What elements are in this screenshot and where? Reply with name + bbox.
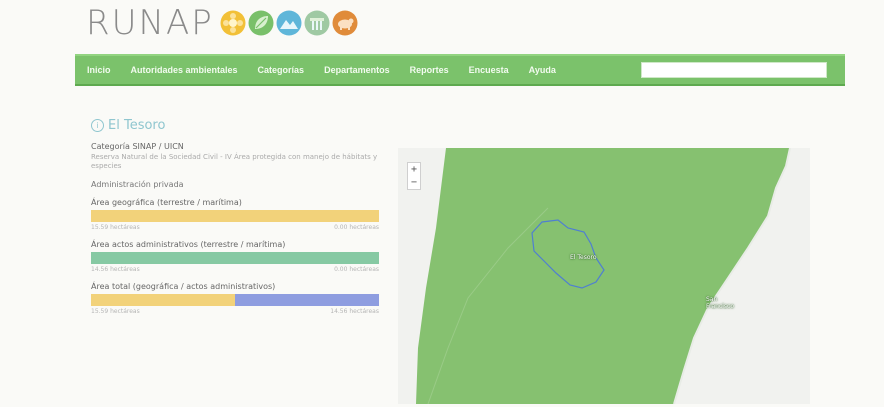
leaf-icon bbox=[248, 10, 274, 36]
total-area-label: Área total (geográfica / actos administr… bbox=[91, 282, 276, 291]
logo-icons bbox=[220, 10, 358, 36]
category-label: Categoría SINAP / UICN bbox=[91, 142, 184, 151]
nav-item-categorias[interactable]: Categorías bbox=[258, 65, 305, 75]
bar-segment bbox=[91, 294, 235, 306]
map-zoom-control: + − bbox=[407, 162, 421, 190]
nav-item-departamentos[interactable]: Departamentos bbox=[324, 65, 390, 75]
administration-type: Administración privada bbox=[91, 180, 184, 189]
area-map[interactable] bbox=[398, 148, 810, 404]
main-navbar: Inicio Autoridades ambientales Categoría… bbox=[75, 54, 845, 86]
geo-area-label: Área geográfica (terrestre / marítima) bbox=[91, 198, 242, 207]
bar-segment bbox=[91, 210, 379, 222]
mountain-icon bbox=[276, 10, 302, 36]
map-town-label: San Francisco bbox=[706, 296, 735, 310]
geo-area-caption: 15.59 hectáreas 0.00 hectáreas bbox=[91, 224, 379, 231]
total-area-value-left: 15.59 hectáreas bbox=[91, 308, 140, 315]
runap-logo[interactable]: RUNAP bbox=[86, 5, 358, 41]
bar-segment bbox=[91, 252, 379, 264]
total-area-bar bbox=[91, 294, 379, 306]
total-area-value-right: 14.56 hectáreas bbox=[330, 308, 379, 315]
bear-icon bbox=[332, 10, 358, 36]
category-description: Reserva Natural de la Sociedad Civil - I… bbox=[91, 153, 378, 170]
nav-item-inicio[interactable]: Inicio bbox=[87, 65, 111, 75]
geo-area-bar bbox=[91, 210, 379, 222]
admin-area-value-left: 14.56 hectáreas bbox=[91, 266, 140, 273]
geo-area-value-right: 0.00 hectáreas bbox=[334, 224, 379, 231]
admin-area-value-right: 0.00 hectáreas bbox=[334, 266, 379, 273]
waterfall-icon bbox=[304, 10, 330, 36]
page-title: El Tesoro bbox=[108, 118, 166, 133]
logo-text: RUNAP bbox=[86, 3, 214, 43]
admin-area-bar bbox=[91, 252, 379, 264]
nav-item-encuesta[interactable]: Encuesta bbox=[469, 65, 509, 75]
geo-area-value-left: 15.59 hectáreas bbox=[91, 224, 140, 231]
area-details-panel: Categoría SINAP / UICN Reserva Natural d… bbox=[91, 142, 381, 315]
nav-menu: Inicio Autoridades ambientales Categoría… bbox=[87, 65, 576, 75]
admin-area-label: Área actos administrativos (terrestre / … bbox=[91, 240, 286, 249]
zoom-out-button[interactable]: − bbox=[411, 177, 417, 189]
terrain-green bbox=[416, 148, 790, 404]
bar-segment bbox=[235, 294, 379, 306]
flower-icon bbox=[220, 10, 246, 36]
info-icon[interactable]: i bbox=[91, 119, 104, 132]
area-title: i El Tesoro bbox=[91, 118, 165, 133]
nav-item-reportes[interactable]: Reportes bbox=[410, 65, 449, 75]
nav-item-autoridades[interactable]: Autoridades ambientales bbox=[131, 65, 238, 75]
nav-item-ayuda[interactable]: Ayuda bbox=[529, 65, 556, 75]
search-input[interactable] bbox=[641, 62, 827, 78]
map-canvas[interactable] bbox=[398, 148, 810, 404]
admin-area-caption: 14.56 hectáreas 0.00 hectáreas bbox=[91, 266, 379, 273]
total-area-caption: 15.59 hectáreas 14.56 hectáreas bbox=[91, 308, 379, 315]
zoom-in-button[interactable]: + bbox=[411, 164, 417, 176]
map-area-label: El Tesoro bbox=[570, 254, 597, 261]
